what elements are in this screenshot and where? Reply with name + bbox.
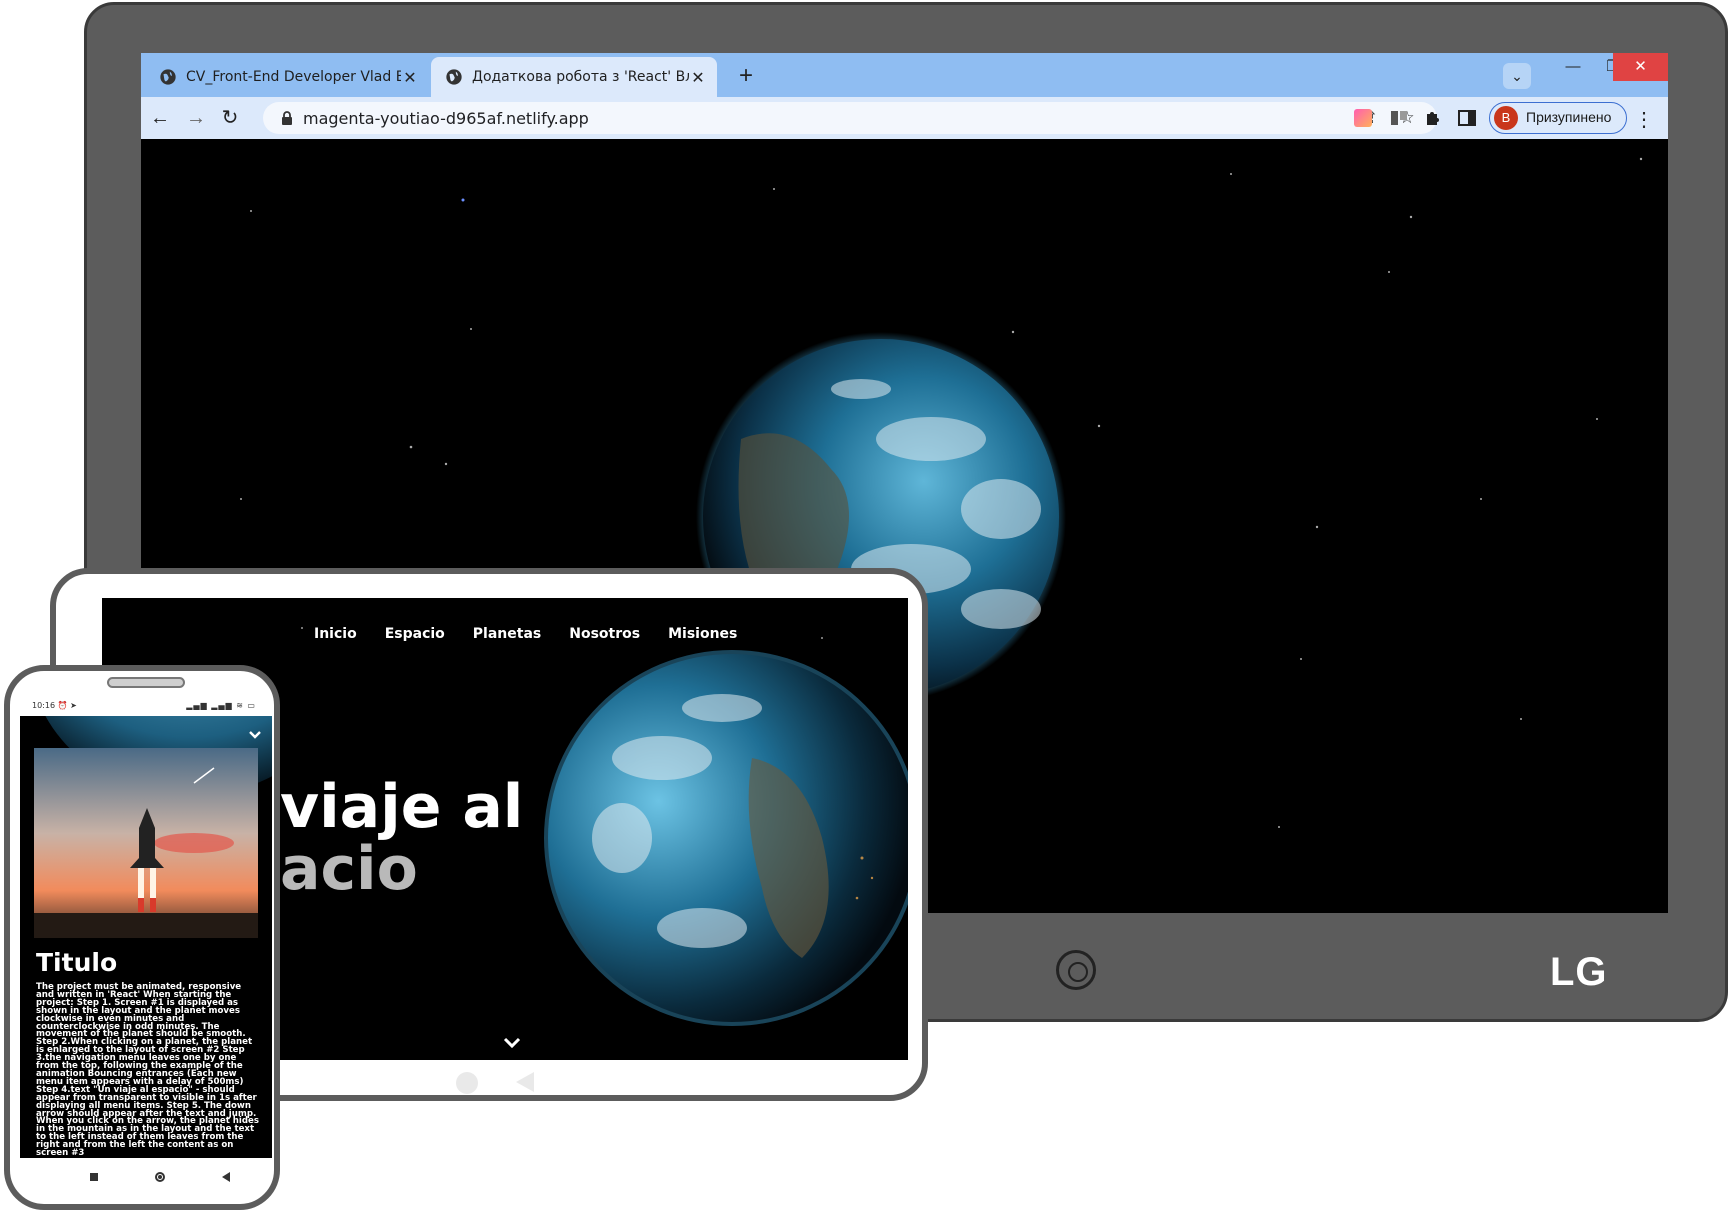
back-icon[interactable] — [222, 1172, 230, 1182]
recent-apps-icon[interactable] — [90, 1173, 98, 1181]
hero-heading: viaje al acio — [280, 776, 523, 900]
card-title: Titulo — [36, 948, 118, 977]
phone-speaker — [107, 677, 185, 688]
lock-icon — [282, 111, 292, 125]
reload-icon[interactable]: ↻ — [217, 105, 243, 131]
hero-line-1: viaje al — [280, 772, 524, 842]
tab-title: CV_Front-End Developer Vlad Bro — [186, 69, 401, 85]
monitor-power-button[interactable] — [1056, 950, 1096, 990]
hero-line-2: acio — [280, 834, 418, 904]
window-close-icon[interactable]: ✕ — [1613, 53, 1668, 81]
side-panel-icon[interactable] — [1457, 108, 1477, 128]
puzzle-icon[interactable] — [1423, 108, 1443, 128]
profile-button[interactable]: B Призупинено — [1489, 102, 1627, 134]
url-text[interactable]: magenta-youtiao-d965af.netlify.app — [303, 109, 589, 128]
tab-react[interactable]: Додаткова робота з 'React' Влад ✕ — [431, 57, 717, 97]
android-nav-bar — [90, 1169, 230, 1185]
browser-toolbar: ← → ↻ magenta-youtiao-d965af.netlify.app… — [141, 97, 1668, 139]
status-alarm-icons: ⏰ ➤ — [57, 701, 77, 710]
nav-item-espacio[interactable]: Espacio — [385, 626, 445, 642]
forward-arrow-icon[interactable]: → — [183, 105, 209, 131]
back-arrow-icon[interactable]: ← — [147, 105, 173, 131]
nav-item-inicio[interactable]: Inicio — [314, 626, 357, 642]
status-bar: 10:16 ⏰ ➤ ▂▄▆ ▂▄▆ ≋ ▭ — [32, 701, 262, 710]
extension-panel-icon[interactable] — [1389, 108, 1409, 128]
card-body-text: The project must be animated, responsive… — [36, 982, 259, 1158]
main-nav: Inicio Espacio Planetas Nosotros Misione… — [314, 626, 737, 642]
nav-item-nosotros[interactable]: Nosotros — [569, 626, 640, 642]
chevron-down-icon[interactable] — [248, 730, 262, 740]
close-tab-icon[interactable]: ✕ — [401, 68, 419, 87]
signal-icons: ▂▄▆ ▂▄▆ ≋ ▭ — [186, 701, 256, 710]
globe-icon — [446, 69, 462, 85]
status-time: 10:16 — [32, 701, 56, 710]
tablet-back-button[interactable] — [516, 1072, 534, 1092]
nav-item-misiones[interactable]: Misiones — [668, 626, 737, 642]
home-icon[interactable] — [155, 1172, 165, 1182]
monitor-brand-logo: LG — [1550, 950, 1608, 994]
more-menu-icon[interactable]: ⋮ — [1634, 107, 1654, 132]
tab-cv[interactable]: CV_Front-End Developer Vlad Bro ✕ — [145, 57, 429, 97]
new-tab-button[interactable]: + — [731, 61, 761, 91]
chevron-down-icon[interactable] — [502, 1036, 522, 1050]
rocket-launch-image — [34, 748, 258, 938]
phone-screen: Titulo The project must be animated, res… — [20, 716, 272, 1158]
tab-strip: CV_Front-End Developer Vlad Bro ✕ Додатк… — [141, 53, 1668, 97]
tab-title: Додаткова робота з 'React' Влад — [472, 69, 689, 85]
address-bar[interactable]: magenta-youtiao-d965af.netlify.app ⇪ ☆ — [263, 102, 1437, 134]
avatar: B — [1494, 106, 1518, 130]
extension-color-icon[interactable] — [1353, 108, 1373, 128]
profile-status: Призупинено — [1526, 109, 1612, 125]
globe-icon — [160, 69, 176, 85]
tab-search-icon[interactable]: ⌄ — [1503, 63, 1531, 89]
tablet-home-button[interactable] — [456, 1072, 478, 1094]
close-tab-icon[interactable]: ✕ — [689, 68, 707, 87]
phone-frame: 10:16 ⏰ ➤ ▂▄▆ ▂▄▆ ≋ ▭ Titulo The project… — [4, 665, 280, 1210]
minimize-icon[interactable]: — — [1551, 53, 1595, 81]
nav-item-planetas[interactable]: Planetas — [473, 626, 541, 642]
